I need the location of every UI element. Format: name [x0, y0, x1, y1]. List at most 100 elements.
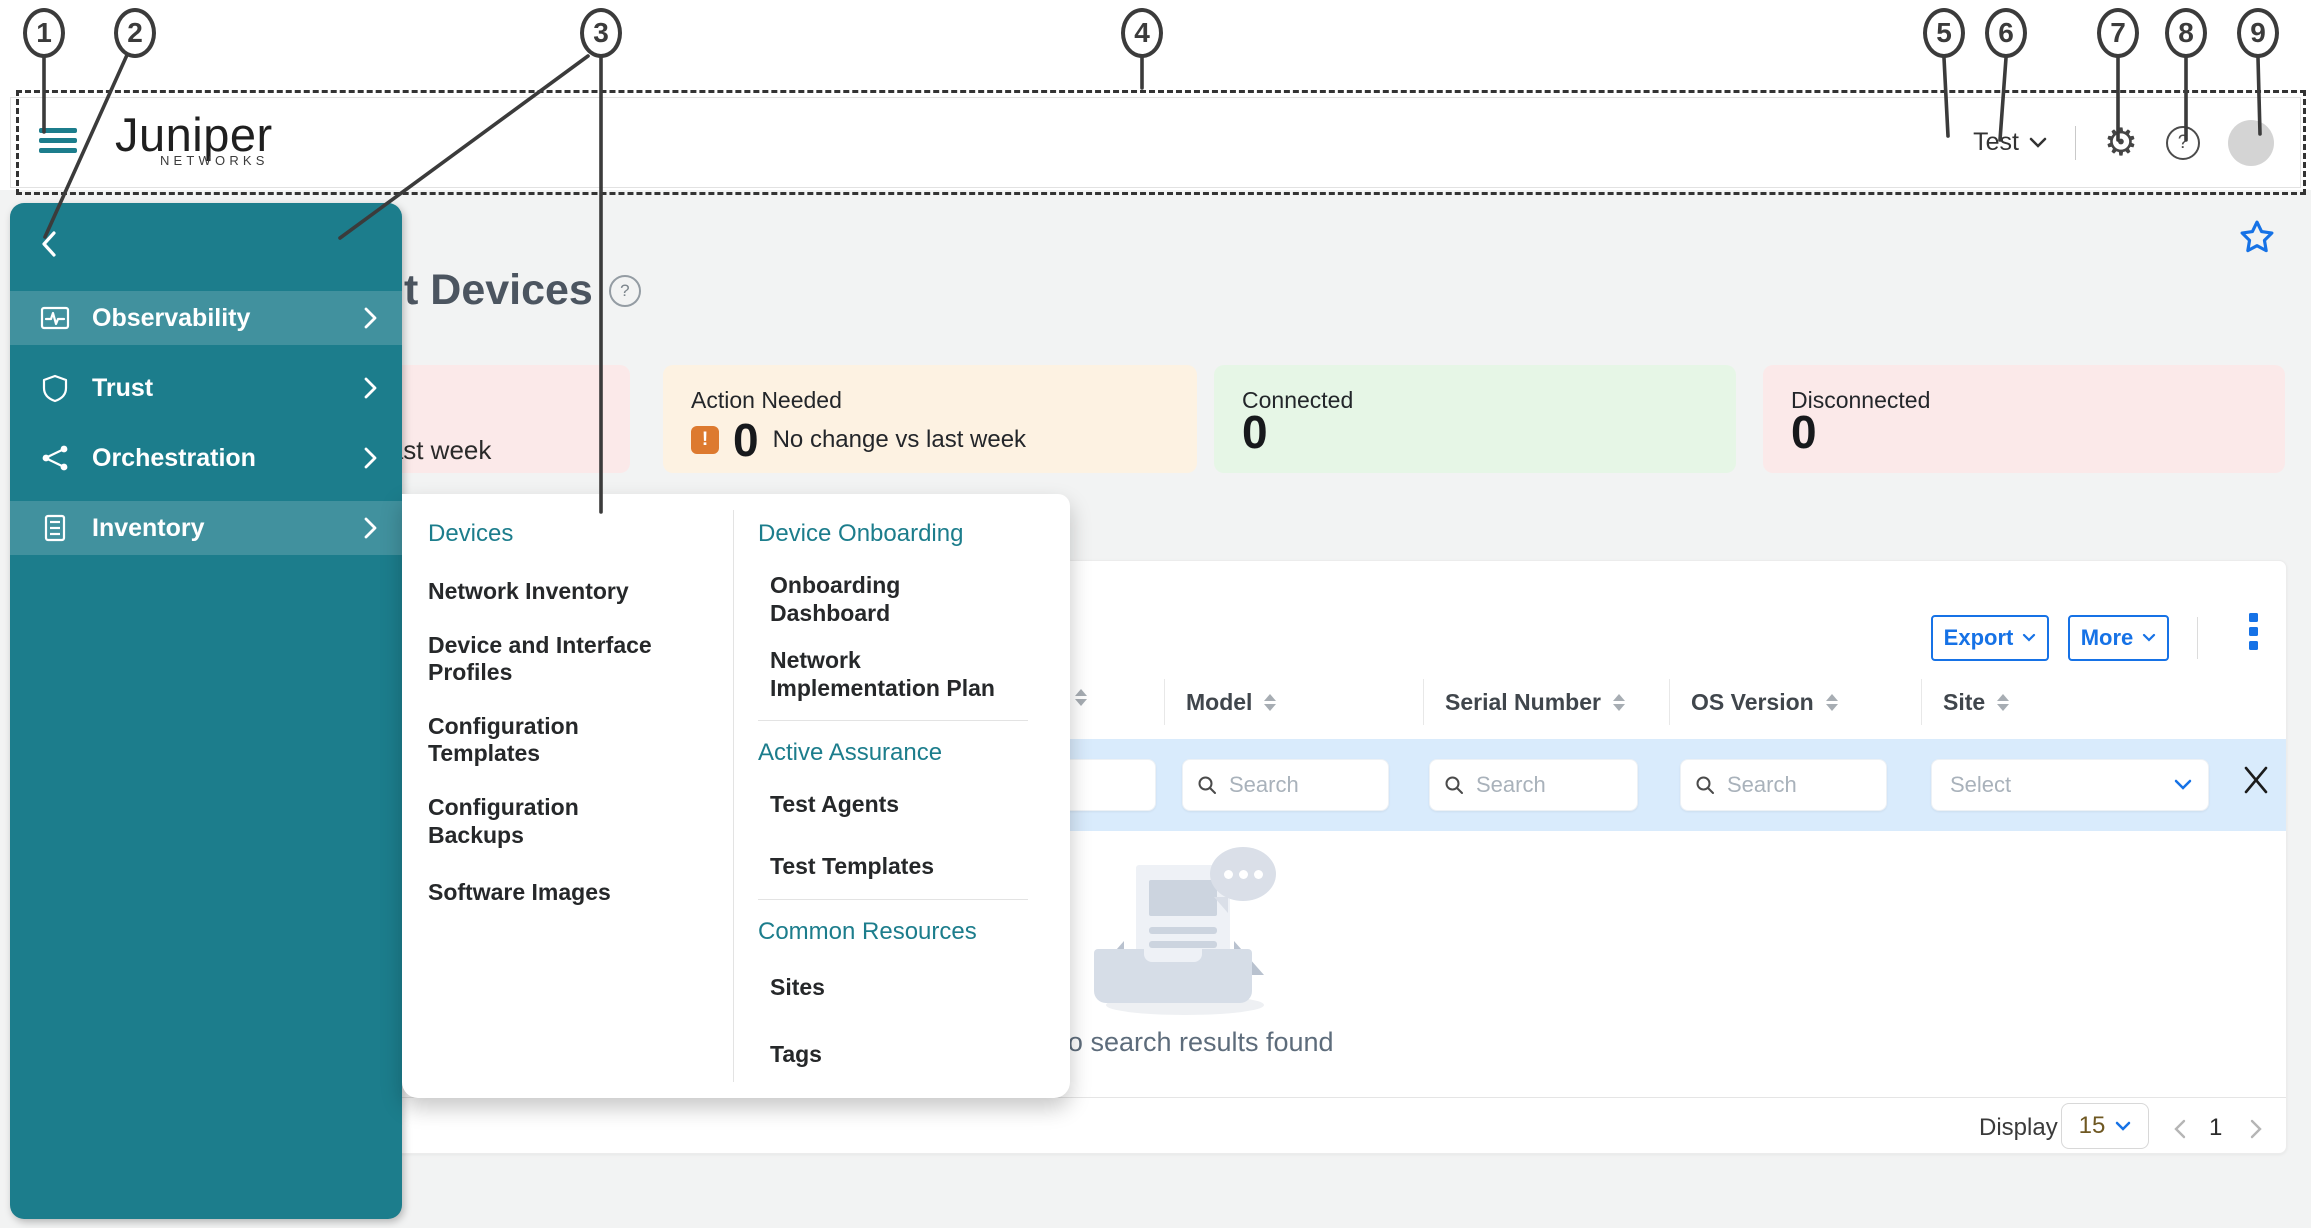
export-button-label: Export	[1943, 625, 2014, 650]
sort-icon-partial[interactable]	[1075, 689, 1087, 706]
flyout-section-heading: Common Resources	[758, 917, 977, 945]
flyout-column-divider	[733, 510, 734, 1082]
search-field[interactable]	[1474, 771, 1637, 799]
flyout-item-tags[interactable]: Tags	[770, 1041, 1012, 1069]
main-sidebar: Observability Trust Orchestration Invent…	[10, 203, 402, 1219]
settings-gear-icon[interactable]: ⚙	[2104, 124, 2138, 162]
column-header-label: Site	[1943, 689, 1986, 715]
search-field[interactable]	[1227, 771, 1388, 799]
export-button[interactable]: Export	[1931, 615, 2049, 661]
flyout-section-divider	[758, 898, 1028, 900]
favorite-star-icon[interactable]	[2238, 218, 2276, 261]
sidebar-item-orchestration[interactable]: Orchestration	[10, 431, 402, 485]
sidebar-item-label: Trust	[92, 373, 154, 402]
current-page-number: 1	[2209, 1114, 2223, 1141]
callout-2: 2	[114, 8, 156, 58]
card-value: 0	[1791, 406, 1817, 458]
share-nodes-icon	[42, 445, 68, 471]
column-separator	[1669, 679, 1670, 725]
page-title-text: t Devices	[404, 266, 593, 314]
sort-icon[interactable]	[1264, 694, 1277, 711]
flyout-section-heading: Devices	[428, 520, 514, 547]
sidebar-item-observability[interactable]: Observability	[10, 291, 402, 345]
flyout-item-device-interface-profiles[interactable]: Device and Interface Profiles	[428, 632, 660, 687]
flyout-section-heading: Device Onboarding	[758, 520, 964, 547]
column-header-model[interactable]: Model	[1186, 689, 1277, 716]
flyout-item-onboarding-dashboard[interactable]: Onboarding Dashboard	[770, 572, 1012, 627]
flyout-item-network-inventory[interactable]: Network Inventory	[428, 578, 660, 606]
empty-state-illustration	[1088, 847, 1288, 1017]
search-input-model[interactable]	[1182, 759, 1389, 811]
display-label: Display	[1979, 1114, 2058, 1141]
chevron-right-icon	[364, 377, 377, 399]
flyout-item-test-agents[interactable]: Test Agents	[770, 791, 1012, 819]
logo-wordmark: Juniper	[115, 108, 273, 161]
column-header-label: OS Version	[1691, 689, 1814, 715]
inventory-flyout-menu: Devices Network Inventory Device and Int…	[402, 494, 1070, 1098]
chevron-right-icon	[364, 307, 377, 329]
summary-card-disconnected[interactable]: Disconnected 0	[1763, 365, 2285, 473]
flyout-item-network-implementation-plan[interactable]: Network Implementation Plan	[770, 647, 1012, 702]
document-list-icon	[44, 514, 66, 542]
sidebar-item-trust[interactable]: Trust	[10, 361, 402, 415]
sidebar-item-label: Observability	[92, 303, 251, 332]
chevron-down-icon	[2143, 633, 2156, 642]
hamburger-menu-icon[interactable]	[39, 128, 79, 158]
summary-card-connected[interactable]: Connected 0	[1214, 365, 1736, 473]
summary-card-action-needed[interactable]: Action Needed ! 0 No change vs last week	[663, 365, 1197, 473]
speech-bubble-icon	[1210, 847, 1276, 901]
column-header-serial-number[interactable]: Serial Number	[1445, 689, 1625, 716]
header-actions: Test ⚙ ?	[1973, 98, 2274, 187]
kebab-menu-icon[interactable]	[2249, 613, 2258, 655]
card-note: No change vs last week	[772, 426, 1027, 453]
flyout-item-test-templates[interactable]: Test Templates	[770, 853, 1012, 881]
sidebar-item-inventory[interactable]: Inventory	[10, 501, 402, 555]
more-button[interactable]: More	[2068, 615, 2169, 661]
callout-1: 1	[23, 8, 65, 58]
card-value: 0	[1242, 406, 1268, 458]
help-icon[interactable]: ?	[2166, 125, 2200, 160]
callout-6: 6	[1985, 8, 2027, 58]
sort-icon[interactable]	[1997, 694, 2010, 711]
column-header-os-version[interactable]: OS Version	[1691, 689, 1838, 716]
flyout-item-configuration-backups[interactable]: Configuration Backups	[428, 794, 660, 849]
previous-page-icon[interactable]	[2173, 1119, 2187, 1144]
column-separator	[1423, 679, 1424, 725]
sidebar-item-label: Inventory	[92, 513, 205, 542]
toolbar-separator	[2197, 617, 2198, 659]
column-separator	[1164, 679, 1165, 725]
sidebar-item-label: Orchestration	[92, 443, 256, 472]
callout-7: 7	[2097, 8, 2139, 58]
search-input-serial-number[interactable]	[1429, 759, 1638, 811]
search-input-os-version[interactable]	[1680, 759, 1887, 811]
callout-4: 4	[1121, 8, 1163, 58]
chevron-down-icon	[2174, 779, 2192, 790]
header-separator	[2074, 125, 2076, 160]
page-size-dropdown[interactable]: 15	[2061, 1103, 2149, 1149]
user-avatar[interactable]	[2228, 119, 2274, 166]
search-icon	[1198, 776, 1216, 794]
page-size-value: 15	[2078, 1112, 2106, 1139]
org-switcher[interactable]: Test	[1973, 128, 2047, 157]
flyout-item-configuration-templates[interactable]: Configuration Templates	[428, 713, 660, 768]
sort-icon[interactable]	[1825, 694, 1838, 711]
select-placeholder: Select	[1950, 772, 2012, 797]
flyout-item-sites[interactable]: Sites	[770, 974, 1012, 1002]
sort-icon[interactable]	[1612, 694, 1625, 711]
card-value: 0	[733, 414, 759, 466]
flyout-item-software-images[interactable]: Software Images	[428, 879, 660, 907]
clear-filters-icon[interactable]	[2241, 763, 2271, 802]
juniper-logo: Juniper NETWORKS	[115, 108, 273, 169]
callout-5: 5	[1923, 8, 1965, 58]
flyout-section-divider	[758, 720, 1028, 722]
search-icon	[1445, 776, 1463, 794]
sidebar-collapse-icon[interactable]	[38, 229, 60, 264]
page-help-icon[interactable]: ?	[608, 274, 641, 307]
next-page-icon[interactable]	[2249, 1119, 2263, 1144]
column-header-site[interactable]: Site	[1943, 689, 2010, 716]
search-field[interactable]	[1725, 771, 1886, 799]
callout-8: 8	[2165, 8, 2207, 58]
chevron-down-icon	[2029, 137, 2047, 148]
app-root: Juniper NETWORKS Test ⚙ ? t Devices ? la…	[0, 0, 2311, 1228]
site-select-dropdown[interactable]: Select	[1931, 759, 2209, 811]
